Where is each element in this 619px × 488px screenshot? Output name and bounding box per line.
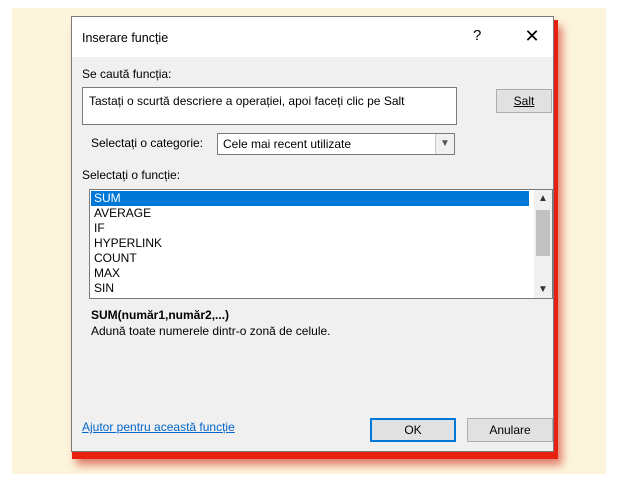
- function-list[interactable]: SUM AVERAGE IF HYPERLINK COUNT MAX SIN ▲…: [89, 189, 553, 299]
- search-label: Se caută funcția:: [82, 67, 172, 81]
- help-icon[interactable]: ?: [473, 27, 481, 44]
- ok-button[interactable]: OK: [370, 418, 456, 442]
- list-item[interactable]: IF: [91, 221, 529, 236]
- category-select[interactable]: Cele mai recent utilizate ▼: [217, 133, 455, 155]
- dialog-title: Inserare funcție: [82, 31, 169, 45]
- help-link[interactable]: Ajutor pentru această funcție: [82, 420, 235, 434]
- list-item[interactable]: COUNT: [91, 251, 529, 266]
- scroll-thumb[interactable]: [536, 210, 550, 256]
- list-item[interactable]: SUM: [91, 191, 529, 206]
- scroll-up-icon[interactable]: ▲: [534, 190, 552, 207]
- list-scrollbar[interactable]: ▲ ▼: [534, 190, 552, 298]
- title-bar: Inserare funcție ? ✕: [72, 17, 553, 57]
- cancel-button[interactable]: Anulare: [467, 418, 553, 442]
- list-item[interactable]: SIN: [91, 281, 529, 296]
- chevron-down-icon[interactable]: ▼: [435, 134, 454, 154]
- list-item[interactable]: HYPERLINK: [91, 236, 529, 251]
- scroll-down-icon[interactable]: ▼: [534, 281, 552, 298]
- list-item[interactable]: AVERAGE: [91, 206, 529, 221]
- list-item[interactable]: MAX: [91, 266, 529, 281]
- go-button[interactable]: Salt: [496, 89, 552, 113]
- category-selected-value: Cele mai recent utilizate: [223, 137, 352, 151]
- go-button-label: Salt: [513, 94, 535, 108]
- search-input[interactable]: Tastați o scurtă descriere a operației, …: [82, 87, 457, 125]
- function-description: Adună toate numerele dintr-o zonă de cel…: [91, 324, 331, 338]
- category-label: Selectați o categorie:: [91, 136, 204, 150]
- close-icon[interactable]: ✕: [519, 25, 545, 47]
- function-list-label: Selectați o funcție:: [82, 168, 181, 182]
- insert-function-dialog: Inserare funcție ? ✕ Se caută funcția: T…: [71, 16, 554, 452]
- function-syntax: SUM(număr1,număr2,...): [91, 308, 230, 322]
